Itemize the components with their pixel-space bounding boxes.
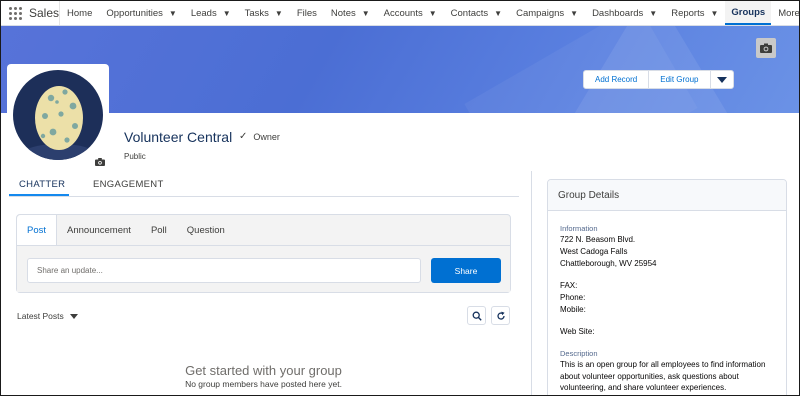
- publisher: Post Announcement Poll Question Share an up…: [16, 214, 511, 293]
- empty-state-title: Get started with your group: [185, 363, 342, 378]
- edit-group-button[interactable]: Edit Group: [649, 71, 711, 88]
- more-actions-dropdown[interactable]: [711, 71, 733, 88]
- app-launcher-icon[interactable]: [9, 6, 22, 20]
- phone-label: Phone:: [560, 293, 586, 302]
- group-avatar: [7, 64, 109, 166]
- membership-status: ✓ Owner: [239, 131, 280, 142]
- nav-tab-label: Files: [296, 7, 317, 19]
- nav-tab-contacts[interactable]: Contacts ▼: [444, 1, 509, 25]
- group-details-card: Group Details Information 722 N. Beasom …: [547, 179, 787, 395]
- nav-tab-label: Reports: [671, 7, 705, 19]
- nav-tab-label: Contacts: [450, 7, 489, 19]
- nav-tab-dashboards[interactable]: Dashboards ▼: [585, 1, 664, 25]
- header-actions: Add Record Edit Group: [583, 70, 734, 89]
- nav-tab-notes[interactable]: Notes ▼: [324, 1, 377, 25]
- add-record-button[interactable]: Add Record: [584, 71, 650, 88]
- group-title: Volunteer Central: [124, 129, 233, 145]
- address-line-3: Chattleborough, WV 25954: [560, 259, 657, 268]
- nav-tab-campaigns[interactable]: Campaigns ▼: [509, 1, 585, 25]
- feed-tabs: CHATTER ENGAGEMENT: [9, 173, 519, 197]
- nav-tab-files[interactable]: Files: [290, 1, 324, 25]
- mobile-label: Mobile:: [560, 305, 586, 314]
- publisher-tab-poll[interactable]: Poll: [141, 215, 177, 245]
- address-line-2: West Cadoga Falls: [560, 247, 628, 256]
- tab-chatter[interactable]: CHATTER: [19, 179, 65, 190]
- nav-more-menu[interactable]: More▼: [771, 1, 800, 25]
- app-launcher[interactable]: Sales: [1, 1, 61, 25]
- description-label: Description: [560, 349, 598, 358]
- sort-dropdown[interactable]: Latest Posts: [17, 311, 78, 321]
- publisher-tab-post[interactable]: Post: [17, 215, 58, 245]
- chevron-down-icon[interactable]: ▼: [710, 9, 718, 18]
- chevron-down-icon[interactable]: ▼: [494, 9, 502, 18]
- nav-tab-label: Leads: [190, 7, 217, 19]
- camera-icon: [95, 158, 105, 166]
- nav-tab-label: Dashboards: [592, 7, 644, 19]
- group-banner: Add Record Edit Group: [1, 26, 799, 113]
- nav-tab-home[interactable]: Home: [60, 1, 99, 25]
- membership-role: Owner: [253, 131, 280, 142]
- nav-tab-leads[interactable]: Leads ▼: [184, 1, 238, 25]
- nav-more-label: More: [778, 7, 800, 19]
- camera-icon: [760, 43, 772, 53]
- nav-tab-opportunities[interactable]: Opportunities ▼: [99, 1, 183, 25]
- app-name: Sales: [29, 6, 60, 20]
- search-feed-button[interactable]: [467, 306, 486, 325]
- empty-state-subtitle: No group members have posted here yet.: [185, 379, 342, 389]
- nav-tab-reports[interactable]: Reports ▼: [664, 1, 725, 25]
- egg-icon: [23, 86, 95, 160]
- nav-tab-label: Tasks: [244, 7, 269, 19]
- chevron-down-icon: [69, 313, 78, 319]
- banner-camera-button[interactable]: [756, 38, 776, 58]
- nav-tab-label: Accounts: [383, 7, 423, 19]
- refresh-feed-button[interactable]: [491, 306, 510, 325]
- global-nav: Sales Home Opportunities ▼ Leads ▼ Tasks ▼ File…: [1, 1, 799, 26]
- share-button[interactable]: Share: [431, 258, 501, 283]
- chevron-down-icon[interactable]: ▼: [362, 9, 370, 18]
- nav-tab-tasks[interactable]: Tasks ▼: [238, 1, 290, 25]
- address-line-1: 722 N. Beasom Blvd.: [560, 235, 636, 244]
- group-details-title: Group Details: [548, 180, 786, 211]
- nav-tab-groups[interactable]: Groups: [725, 1, 772, 25]
- fax-label: FAX:: [560, 281, 578, 290]
- checkmark-icon: ✓: [239, 131, 248, 142]
- chevron-down-icon[interactable]: ▼: [649, 9, 657, 18]
- app-frame: Sales Home Opportunities ▼ Leads ▼ Tasks ▼ File…: [0, 0, 800, 396]
- active-tab-indicator: [9, 194, 69, 196]
- share-update-input[interactable]: Share an update...: [27, 258, 421, 283]
- nav-tab-label: Opportunities: [106, 7, 163, 19]
- avatar-camera-button[interactable]: [95, 153, 105, 171]
- publisher-tabs: Post Announcement Poll Question: [17, 215, 510, 245]
- chevron-down-icon[interactable]: ▼: [429, 9, 437, 18]
- tab-engagement[interactable]: ENGAGEMENT: [93, 179, 164, 190]
- nav-tab-label: Campaigns: [516, 7, 565, 19]
- nav-tab-label: Notes: [330, 7, 356, 19]
- group-visibility: Public: [124, 152, 146, 161]
- chevron-down-icon[interactable]: ▼: [275, 9, 283, 18]
- search-icon: [472, 311, 482, 321]
- nav-tab-accounts[interactable]: Accounts ▼: [377, 1, 444, 25]
- column-divider: [531, 171, 532, 395]
- chevron-down-icon[interactable]: ▼: [570, 9, 578, 18]
- website-label: Web Site:: [560, 327, 595, 336]
- sort-label: Latest Posts: [17, 311, 64, 321]
- nav-tab-label: Home: [67, 7, 93, 19]
- publisher-tab-announcement[interactable]: Announcement: [57, 215, 141, 245]
- publisher-tab-question[interactable]: Question: [177, 215, 235, 245]
- group-description: This is an open group for all employees …: [560, 360, 766, 392]
- information-label: Information: [560, 224, 598, 233]
- chevron-down-icon[interactable]: ▼: [169, 9, 177, 18]
- nav-tabs: Home Opportunities ▼ Leads ▼ Tasks ▼ Files Notes…: [60, 1, 800, 25]
- refresh-icon: [496, 311, 505, 320]
- chevron-down-icon[interactable]: ▼: [223, 9, 231, 18]
